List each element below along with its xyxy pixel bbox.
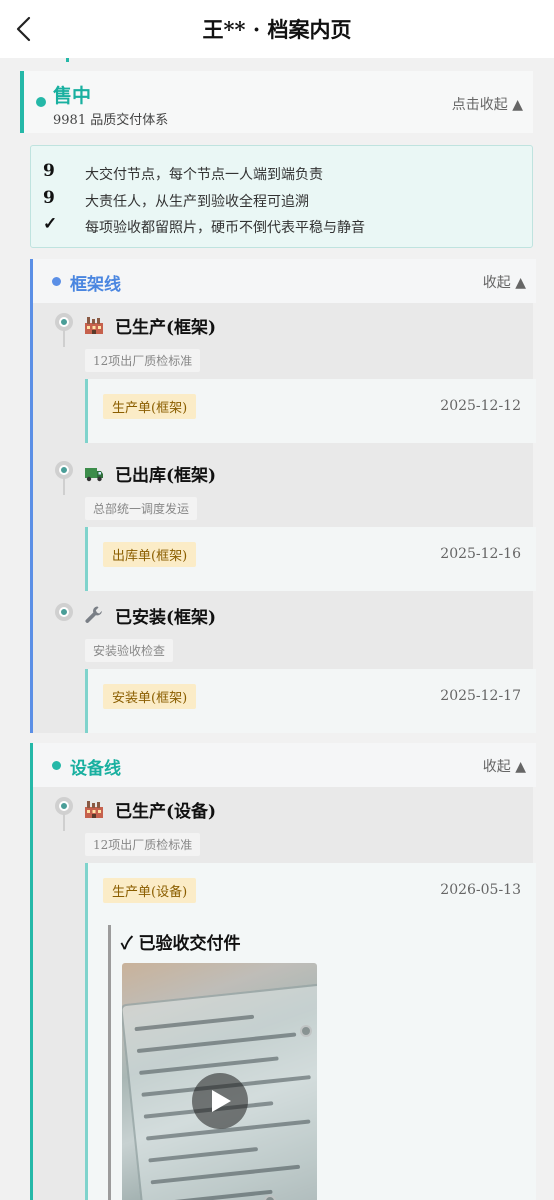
stage-card[interactable]: 售中 9981 品质交付体系 点击收起 ▲: [20, 71, 533, 133]
bolt-head: [300, 1025, 312, 1037]
stage-title: 售中: [53, 85, 92, 107]
acceptance-evidence: ✓ 已验收交付件: [108, 925, 528, 1200]
page-title: 王** · 档案内页: [202, 17, 352, 42]
step-pin-icon: [55, 797, 73, 831]
frame-line-card: 框架线 收起 ▲ 已生产(框架) 12项出厂质检标准 生产单(框架) 2025-…: [30, 259, 536, 733]
step-item: 已生产(设备) 12项出厂质检标准 生产单(设备) 2026-05-13 ✓ 已…: [33, 797, 536, 1200]
summary-text: 大责任人，从生产到验收全程可追溯: [85, 194, 309, 210]
summary-value: 9: [43, 161, 55, 181]
summary-value: 9: [43, 188, 55, 208]
summary-row: 9 大责任人，从生产到验收全程可追溯: [43, 188, 523, 212]
line-title: 框架线: [70, 275, 121, 295]
document-row[interactable]: 出库单(框架) 2025-12-16: [85, 527, 536, 591]
factory-icon: [85, 317, 103, 334]
summary-text: 大交付节点，每个节点一人端到端负责: [85, 167, 323, 183]
step-title: 已安装(框架): [115, 608, 217, 628]
document-row[interactable]: 安装单(框架) 2025-12-17: [85, 669, 536, 733]
summary-row: ✓ 每项验收都留照片，硬币不倒代表平稳与静音: [43, 214, 523, 238]
equipment-line-card: 设备线 收起 ▲ 已生产(设备) 12项出厂质检标准 生产单(设备) 2026-…: [30, 743, 536, 1200]
line-header[interactable]: 框架线 收起 ▲: [33, 259, 536, 303]
play-icon: [212, 1090, 231, 1112]
bolt-head: [264, 1195, 276, 1200]
step-note: 12项出厂质检标准: [85, 349, 201, 372]
step-pin-icon: [55, 603, 73, 637]
document-date: 2026-05-13: [440, 882, 521, 898]
step-item: 已生产(框架) 12项出厂质检标准 生产单(框架) 2025-12-12: [33, 313, 536, 453]
document-date: 2025-12-17: [440, 688, 521, 704]
evidence-title: ✓ 已验收交付件: [121, 934, 241, 954]
step-title: 已出库(框架): [115, 466, 217, 486]
play-button[interactable]: [192, 1073, 248, 1129]
timeline-stub: [66, 58, 69, 62]
document-badge[interactable]: 生产单(框架): [103, 394, 197, 419]
document-row[interactable]: 生产单(设备) 2026-05-13 ✓ 已验收交付件: [85, 863, 536, 1200]
line-collapse-button[interactable]: 收起 ▲: [483, 272, 526, 292]
document-row[interactable]: 生产单(框架) 2025-12-12: [85, 379, 536, 443]
top-bar: 王** · 档案内页: [0, 0, 554, 58]
document-badge[interactable]: 生产单(设备): [103, 878, 197, 903]
step-pin-icon: [55, 461, 73, 495]
summary-value: ✓: [43, 214, 58, 234]
document-badge[interactable]: 安装单(框架): [103, 684, 197, 709]
document-badge[interactable]: 出库单(框架): [103, 542, 197, 567]
line-title: 设备线: [70, 759, 121, 779]
step-item: 已出库(框架) 总部统一调度发运 出库单(框架) 2025-12-16: [33, 461, 536, 601]
stage-dot: [36, 97, 46, 107]
archive-content: 售中 9981 品质交付体系 点击收起 ▲ 9 大交付节点，每个节点一人端到端负…: [0, 58, 554, 1200]
video-thumbnail[interactable]: [122, 963, 317, 1200]
step-note: 12项出厂质检标准: [85, 833, 201, 856]
summary-text: 每项验收都留照片，硬币不倒代表平稳与静音: [85, 220, 365, 236]
factory-icon: [85, 801, 103, 818]
line-collapse-button[interactable]: 收起 ▲: [483, 756, 526, 776]
line-dot: [52, 761, 61, 770]
line-dot: [52, 277, 61, 286]
truck-icon: [85, 468, 103, 482]
step-note: 安装验收检查: [85, 639, 174, 662]
step-item: 已安装(框架) 安装验收检查 安装单(框架) 2025-12-17: [33, 603, 536, 733]
line-header[interactable]: 设备线 收起 ▲: [33, 743, 536, 787]
step-pin-icon: [55, 313, 73, 347]
document-date: 2025-12-12: [440, 398, 521, 414]
wrench-icon: [85, 606, 102, 623]
summary-row: 9 大交付节点，每个节点一人端到端负责: [43, 161, 523, 185]
document-date: 2025-12-16: [440, 546, 521, 562]
delivery-summary: 9 大交付节点，每个节点一人端到端负责 9 大责任人，从生产到验收全程可追溯 ✓…: [30, 145, 533, 248]
step-title: 已生产(设备): [115, 802, 217, 822]
stage-subtitle: 9981 品质交付体系: [53, 113, 169, 128]
stage-collapse-button[interactable]: 点击收起 ▲: [452, 94, 523, 114]
step-note: 总部统一调度发运: [85, 497, 198, 520]
step-title: 已生产(框架): [115, 318, 217, 338]
